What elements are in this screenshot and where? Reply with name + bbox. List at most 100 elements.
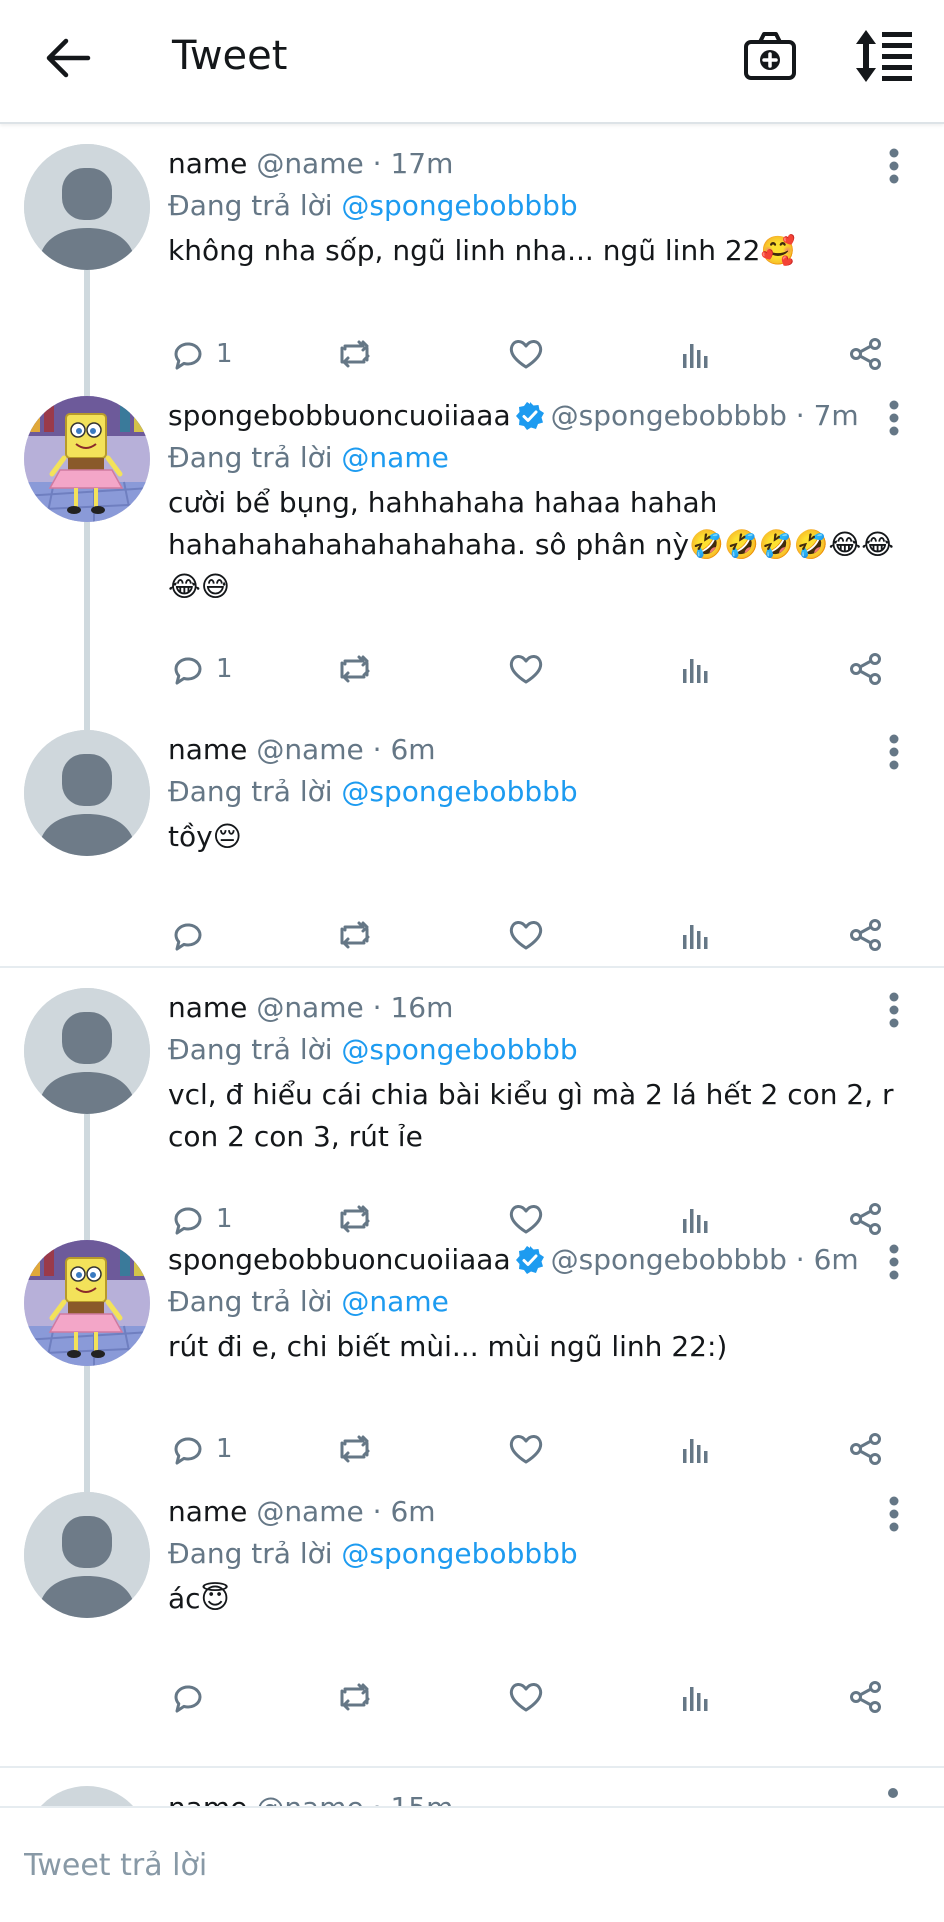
like-button[interactable] — [506, 1675, 546, 1719]
retweet-icon — [340, 1683, 370, 1711]
display-name[interactable]: name — [168, 1495, 247, 1528]
share-icon — [850, 338, 881, 370]
replying-to-handle[interactable]: @spongebobbbb — [341, 1537, 577, 1570]
tweet-text: vcl, đ hiểu cái chia bài kiểu gì mà 2 lá… — [168, 1078, 894, 1153]
handle[interactable]: @name — [256, 991, 363, 1024]
reply-button[interactable]: 1 — [168, 647, 233, 691]
replying-to-handle[interactable]: @spongebobbbb — [341, 775, 577, 808]
reply-button[interactable]: 1 — [168, 1197, 233, 1241]
sort-lines-icon[interactable] — [852, 26, 916, 86]
like-button[interactable] — [506, 913, 546, 957]
reply-icon — [174, 923, 202, 951]
avatar[interactable] — [24, 144, 150, 270]
stats-button[interactable] — [676, 647, 716, 691]
handle[interactable]: @spongebobbbb — [551, 399, 787, 432]
more-options-icon[interactable] — [880, 732, 908, 772]
arrow-left-icon[interactable] — [40, 30, 96, 86]
heart-icon — [509, 1435, 543, 1464]
thread-divider — [0, 1766, 944, 1768]
display-name[interactable]: name — [168, 1791, 247, 1806]
timestamp: 6m — [390, 1495, 436, 1528]
like-button[interactable] — [506, 1197, 546, 1241]
handle[interactable]: @name — [256, 1791, 363, 1806]
retweet-button[interactable] — [336, 1427, 376, 1471]
display-name[interactable]: name — [168, 147, 247, 180]
stats-icon — [683, 659, 708, 683]
tweet-text: rút đi e, chi biết mùi... mùi ngũ linh 2… — [168, 1330, 728, 1363]
separator: · — [372, 1495, 382, 1528]
more-options-icon[interactable] — [888, 1788, 898, 1798]
more-options-icon[interactable] — [880, 1494, 908, 1534]
more-options-icon[interactable] — [880, 1242, 908, 1282]
timestamp: 15m — [390, 1791, 453, 1806]
reply-button[interactable] — [168, 1675, 216, 1719]
retweet-button[interactable] — [336, 1675, 376, 1719]
tweet-text: ác😇 — [168, 1582, 230, 1615]
display-name[interactable]: spongebobbuoncuoiiaaa — [168, 399, 511, 432]
avatar[interactable] — [24, 396, 150, 522]
tweet-actions — [168, 1675, 908, 1719]
handle[interactable]: @name — [256, 1495, 363, 1528]
replying-to-handle[interactable]: @name — [341, 441, 448, 474]
like-button[interactable] — [506, 332, 546, 376]
camera-plus-icon[interactable] — [740, 26, 800, 86]
avatar[interactable] — [24, 1492, 150, 1618]
share-button[interactable] — [846, 1427, 886, 1471]
heart-icon — [509, 1683, 543, 1712]
handle[interactable]: @name — [256, 733, 363, 766]
separator: · — [373, 1791, 382, 1806]
timestamp: 6m — [813, 1243, 859, 1276]
retweet-button[interactable] — [336, 332, 376, 376]
more-options-icon[interactable] — [880, 146, 908, 186]
reply-button[interactable]: 1 — [168, 1427, 233, 1471]
tweet-text: tồy😔 — [168, 820, 242, 853]
tweet-actions: 1 — [168, 647, 908, 691]
separator: · — [372, 147, 382, 180]
share-button[interactable] — [846, 332, 886, 376]
replying-to-handle[interactable]: @name — [341, 1285, 448, 1318]
display-name[interactable]: spongebobbuoncuoiiaaa — [168, 1243, 511, 1276]
display-name[interactable]: name — [168, 733, 247, 766]
tweet-header: name @name · 17m — [168, 144, 453, 184]
avatar[interactable] — [24, 1240, 150, 1366]
retweet-button[interactable] — [336, 1197, 376, 1241]
tweet-header: name @name · 6m — [168, 1492, 436, 1532]
tweet-header: spongebobbuoncuoiiaaa @spongebobbbb · 6m — [168, 1240, 859, 1280]
handle[interactable]: @spongebobbbb — [551, 1243, 787, 1276]
share-button[interactable] — [846, 1197, 886, 1241]
stats-button[interactable] — [676, 1197, 716, 1241]
avatar[interactable] — [24, 988, 150, 1114]
reply-icon — [174, 342, 202, 370]
stats-button[interactable] — [676, 332, 716, 376]
separator: · — [795, 399, 805, 432]
retweet-icon — [340, 1205, 370, 1233]
share-button[interactable] — [846, 1675, 886, 1719]
replying-to: Đang trả lời @spongebobbbb — [168, 1030, 578, 1070]
share-button[interactable] — [846, 647, 886, 691]
timestamp: 6m — [390, 733, 436, 766]
replying-to-handle[interactable]: @spongebobbbb — [341, 189, 577, 222]
conversation-thread: name @name · 17m Đang trả lời @spongebobb… — [0, 124, 944, 966]
stats-button[interactable] — [676, 1675, 716, 1719]
next-tweet-peek: name @name · 15m — [0, 1770, 944, 1806]
more-options-icon[interactable] — [880, 990, 908, 1030]
verified-badge-icon — [515, 1245, 545, 1275]
share-button[interactable] — [846, 913, 886, 957]
retweet-icon — [340, 655, 370, 683]
retweet-button[interactable] — [336, 647, 376, 691]
reply-button[interactable]: 1 — [168, 332, 233, 376]
replying-to-label: Đang trả lời — [168, 1537, 333, 1570]
reply-input[interactable] — [22, 1838, 906, 1892]
handle[interactable]: @name — [256, 147, 363, 180]
avatar[interactable] — [24, 730, 150, 856]
stats-button[interactable] — [676, 913, 716, 957]
stats-button[interactable] — [676, 1427, 716, 1471]
timestamp: 16m — [390, 991, 454, 1024]
display-name[interactable]: name — [168, 991, 247, 1024]
reply-button[interactable] — [168, 913, 216, 957]
like-button[interactable] — [506, 647, 546, 691]
more-options-icon[interactable] — [880, 398, 908, 438]
like-button[interactable] — [506, 1427, 546, 1471]
retweet-button[interactable] — [336, 913, 376, 957]
replying-to-handle[interactable]: @spongebobbbb — [341, 1033, 577, 1066]
